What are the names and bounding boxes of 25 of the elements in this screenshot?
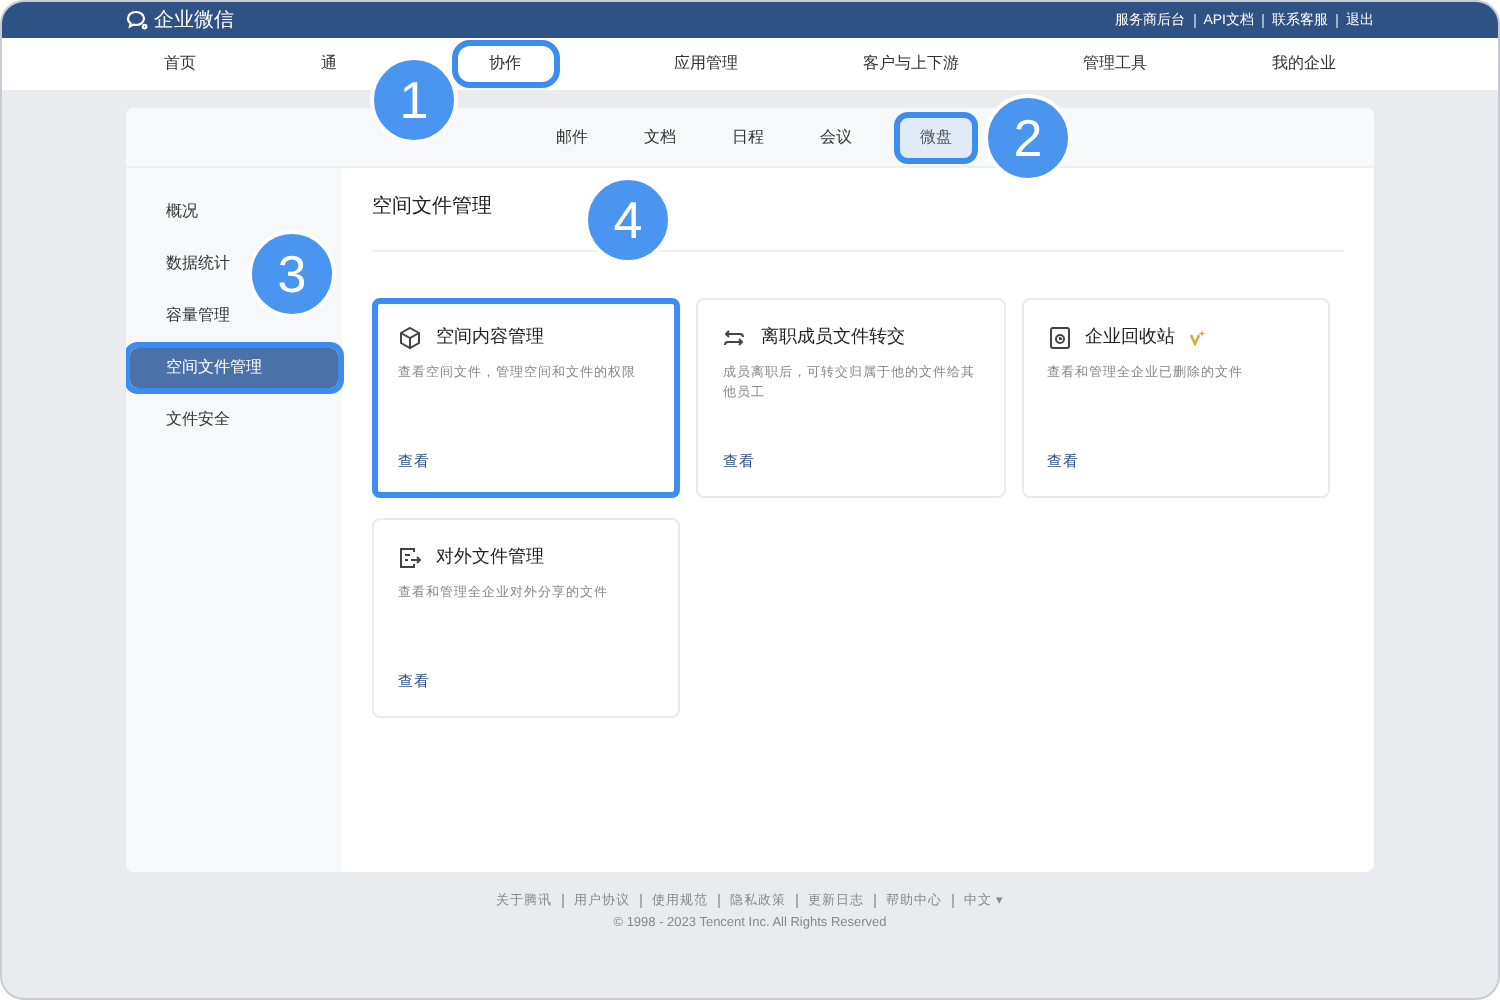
sub-tab[interactable]: 邮件 <box>548 121 596 153</box>
sub-tab[interactable]: 微盘 <box>900 117 972 157</box>
cube-icon <box>398 325 422 350</box>
nav-tab[interactable]: 管理工具 <box>1079 50 1152 78</box>
nav-tab[interactable]: 协作 <box>457 46 554 82</box>
sidebar-item[interactable]: 文件安全 <box>130 400 338 440</box>
file-export-icon <box>398 545 422 570</box>
nav-tab[interactable]: 首页 <box>160 50 201 78</box>
bin-icon <box>1047 325 1072 350</box>
sub-tab[interactable]: 会议 <box>812 121 860 153</box>
card-title: 空间内容管理 <box>436 324 544 350</box>
nav-tab[interactable]: 通 <box>316 50 341 78</box>
sub-tab[interactable]: 日程 <box>724 121 772 153</box>
sub-tab[interactable]: 文档 <box>636 121 684 153</box>
transfer-icon <box>722 325 747 350</box>
card-title: 离职成员文件转交 <box>760 324 905 350</box>
nav-tab[interactable]: 客户与上下游 <box>858 50 963 78</box>
brand-name: 企业微信 <box>154 7 234 35</box>
sidebar-item[interactable]: 空间文件管理 <box>130 348 338 388</box>
nav-tab[interactable]: 应用管理 <box>669 50 742 78</box>
nav-tab[interactable]: 我的企业 <box>1267 50 1340 78</box>
sidebar-item[interactable]: 概况 <box>130 192 338 232</box>
chat-bubble-logo-icon <box>126 10 148 30</box>
card-title: 对外文件管理 <box>436 544 544 570</box>
card-title: 企业回收站 <box>1085 324 1176 350</box>
